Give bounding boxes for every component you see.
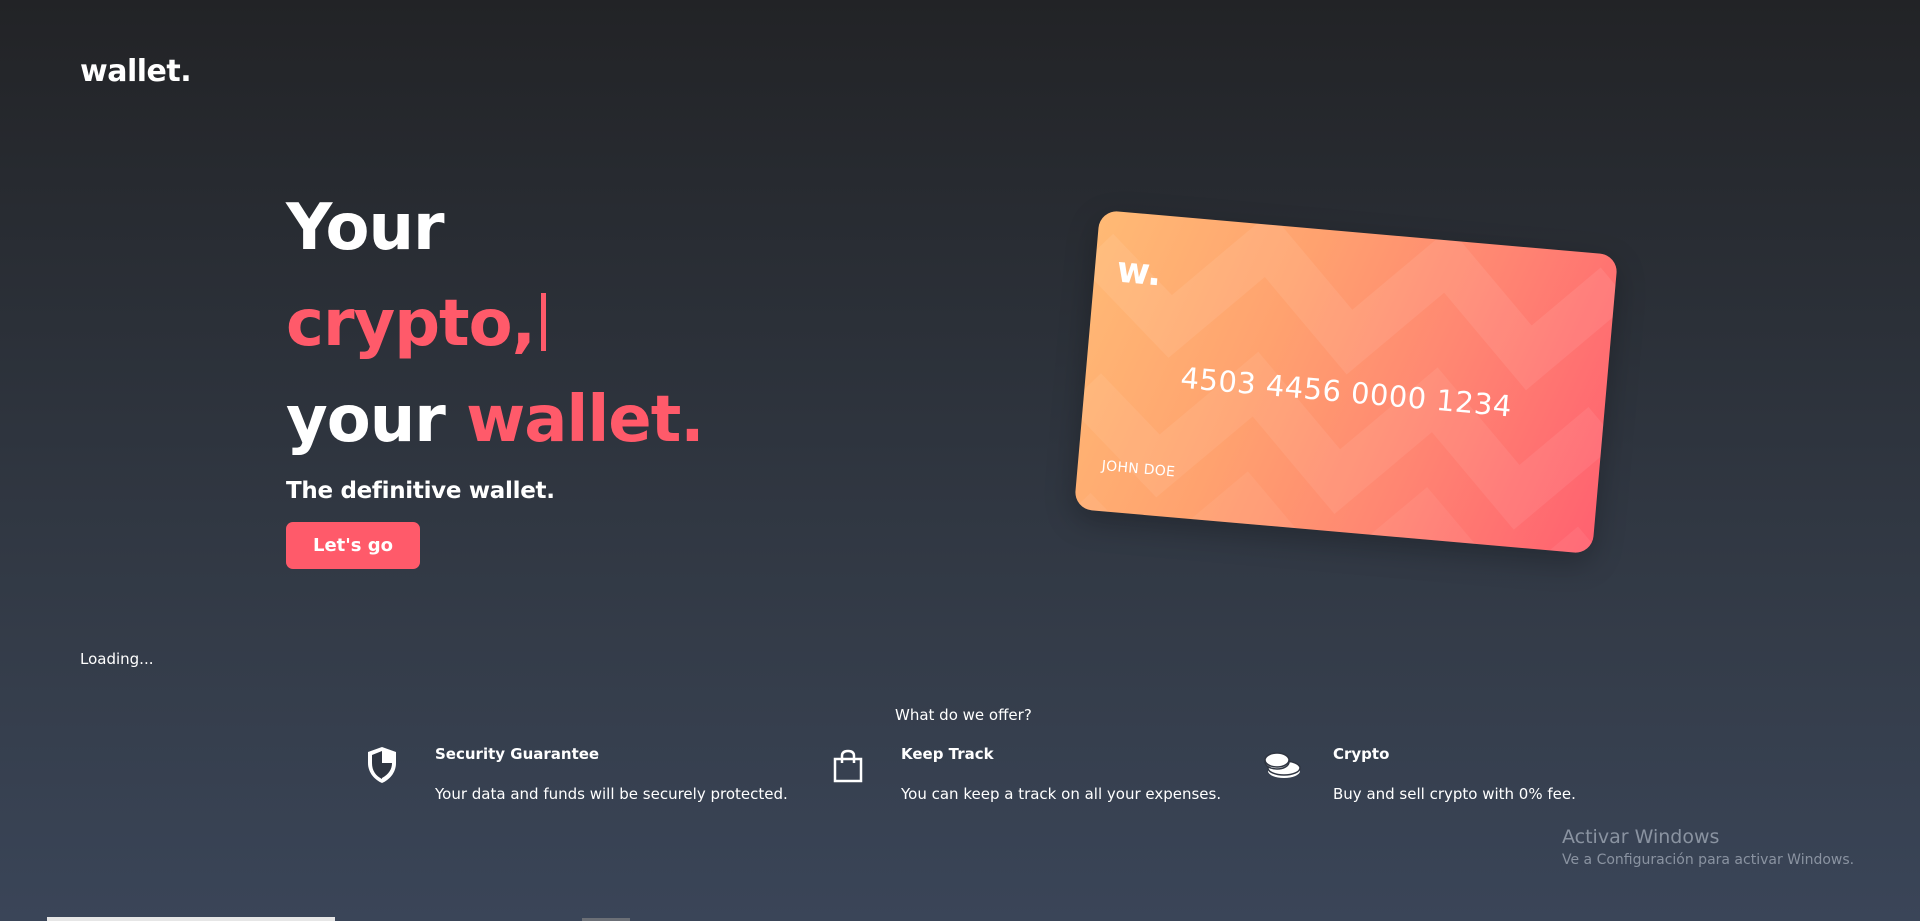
feature-desc-keep-track: You can keep a track on all your expense… xyxy=(901,785,1222,803)
hero-word-crypto: crypto, xyxy=(286,287,536,361)
shopping-bag-icon xyxy=(832,749,864,787)
windows-activation-watermark: Activar Windows Ve a Configuración para … xyxy=(1562,826,1854,868)
hero-word-your: Your xyxy=(286,191,445,265)
hero-word-your-2: your xyxy=(286,383,446,457)
coins-icon xyxy=(1262,751,1302,785)
taskbar-strip xyxy=(47,917,335,921)
loading-text: Loading... xyxy=(80,650,154,668)
watermark-title: Activar Windows xyxy=(1562,826,1720,848)
card-logo: w. xyxy=(1115,249,1164,295)
feature-title-keep-track: Keep Track xyxy=(901,745,994,763)
hero-word-wallet: wallet. xyxy=(466,383,704,457)
watermark-subtitle: Ve a Configuración para activar Windows. xyxy=(1562,852,1855,868)
feature-desc-security: Your data and funds will be securely pro… xyxy=(435,785,788,803)
credit-card-face: w. 4503 4456 0000 1234 JOHN DOE xyxy=(1073,209,1619,555)
brand-logo[interactable]: wallet. xyxy=(80,54,192,89)
feature-desc-crypto: Buy and sell crypto with 0% fee. xyxy=(1333,785,1576,803)
lets-go-button[interactable]: Let's go xyxy=(286,522,421,569)
offers-heading: What do we offer? xyxy=(895,706,1032,724)
credit-card: w. 4503 4456 0000 1234 JOHN DOE xyxy=(1073,209,1619,555)
hero-subtitle: The definitive wallet. xyxy=(286,478,555,504)
hero-section: Your crypto, your wallet. The definitive… xyxy=(286,180,705,569)
typing-cursor xyxy=(540,293,546,351)
hero-line-3: your wallet. xyxy=(286,372,705,468)
shield-icon xyxy=(365,745,399,789)
hero-line-2: crypto, xyxy=(286,276,704,372)
feature-title-crypto: Crypto xyxy=(1333,745,1390,763)
feature-title-security: Security Guarantee xyxy=(435,745,600,763)
hero-line-1: Your xyxy=(286,180,704,276)
